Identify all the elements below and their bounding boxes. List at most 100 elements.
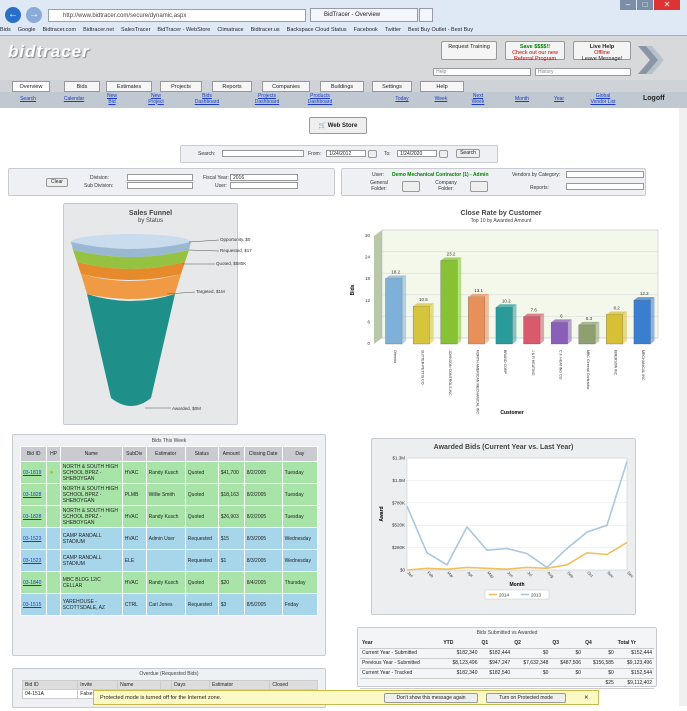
folder-icon[interactable] <box>402 181 420 192</box>
search-button[interactable]: Search <box>456 149 480 158</box>
turn-on-protected-button[interactable]: Turn on Protected mode <box>486 693 566 703</box>
subnav-next-week[interactable]: Next Week <box>468 93 488 105</box>
favorite-link[interactable]: Facebook <box>354 27 378 33</box>
bar[interactable] <box>550 322 568 345</box>
division-select[interactable] <box>127 174 193 181</box>
web-store-button[interactable]: 🛒 Web Store <box>309 117 367 134</box>
tab-bids[interactable]: Bids <box>64 81 100 92</box>
table-row[interactable]: 03-1840 MBC BLDG 12/C CELLAR HVAC Randy Kus… <box>19 571 319 594</box>
help-dropdown[interactable]: Help <box>433 68 531 76</box>
column-header[interactable]: Invite <box>77 680 119 690</box>
column-header[interactable]: Estimator <box>145 446 186 462</box>
subnav-week[interactable]: Week <box>432 96 450 103</box>
bar[interactable] <box>495 307 513 345</box>
to-date-input[interactable]: 1/24/2020 <box>397 150 437 157</box>
address-bar[interactable]: http://www.bidtracer.com/secure/dynamic.… <box>48 9 306 22</box>
favorite-link[interactable]: Climatrace <box>217 27 243 33</box>
subnav-bids-dashboard[interactable]: Bids Dashboard <box>192 93 222 105</box>
cell-id[interactable]: 03-1515 <box>19 593 48 616</box>
column-header[interactable]: Estimator <box>208 680 271 690</box>
back-icon[interactable]: ← <box>5 7 21 23</box>
table-row[interactable]: 03-1819 ★ NORTH & SOUTH HIGH SCHOOL BPRZ -… <box>19 461 319 484</box>
bar[interactable] <box>578 324 596 345</box>
cell-id[interactable]: 03-1523 <box>19 527 48 550</box>
folder-icon[interactable] <box>470 181 488 192</box>
bar[interactable] <box>606 314 624 345</box>
cell-id[interactable]: 03-1828 <box>19 483 48 506</box>
favorite-link[interactable]: BidTracer - WebStore <box>157 27 210 33</box>
subnav-products-dashboard[interactable]: Products Dashboard <box>300 93 340 105</box>
bar[interactable] <box>523 316 541 345</box>
subdivision-select[interactable] <box>127 182 193 189</box>
column-header[interactable]: HP <box>46 446 61 462</box>
favorite-link[interactable]: SalesTracer <box>121 27 150 33</box>
subnav-global-vendor-list[interactable]: Global Vendor List <box>588 93 618 105</box>
favorite-link[interactable]: Bidtracer.net <box>83 27 114 33</box>
bar[interactable] <box>412 306 430 345</box>
user-select[interactable] <box>230 182 298 189</box>
column-header[interactable]: Name <box>59 446 123 462</box>
tab-help[interactable]: Help <box>420 81 464 92</box>
column-header[interactable]: SubDiv <box>121 446 147 462</box>
new-tab-icon[interactable] <box>419 8 433 22</box>
table-row[interactable]: 03-1828 NORTH & SOUTH HIGH SCHOOL BPRZ - … <box>19 483 319 506</box>
cell[interactable]: 04-151A <box>21 689 79 699</box>
tab-estimates[interactable]: Estimates <box>106 81 152 92</box>
column-header[interactable]: Amount <box>217 446 245 462</box>
subnav-new-bid[interactable]: New Bid <box>104 93 120 105</box>
vendor-category-select[interactable] <box>566 171 644 178</box>
clear-button[interactable]: Clear <box>46 178 68 187</box>
bar[interactable] <box>440 260 458 345</box>
request-training-button[interactable]: Request Training <box>441 41 497 60</box>
table-row[interactable]: 03-1523 CAMP RANDALL STADIUM HVAC Admin Use… <box>19 527 319 550</box>
bar[interactable] <box>468 296 486 345</box>
from-date-input[interactable]: 1/24/2012 <box>326 150 366 157</box>
calendar-icon[interactable] <box>368 150 377 158</box>
favorite-link[interactable]: Bidtracer.com <box>42 27 76 33</box>
column-header[interactable]: Bid ID <box>21 680 79 690</box>
maximize-icon[interactable]: □ <box>637 0 653 10</box>
tab-reports[interactable]: Reports <box>212 81 252 92</box>
table-row[interactable]: 03-1515 YAREHOUSE - SCOTTSDALE, AZ CTRL Car… <box>19 593 319 616</box>
tab-settings[interactable]: Settings <box>372 81 412 92</box>
favorite-link[interactable]: Bidtracer.us <box>251 27 280 33</box>
live-help-button[interactable]: Live Help Offline Leave Message! <box>573 41 631 62</box>
subnav-new-project[interactable]: New Project <box>144 93 168 105</box>
column-header[interactable]: Status <box>184 446 219 462</box>
column-header[interactable] <box>159 680 173 690</box>
cell-id[interactable]: 03-1828 <box>19 505 48 528</box>
favorite-link[interactable]: Twitter <box>385 27 401 33</box>
cell-id[interactable]: 03-1819 <box>19 461 48 484</box>
favorite-link[interactable]: Google <box>18 27 36 33</box>
bar[interactable] <box>633 299 651 345</box>
tab-buildings[interactable]: Buildings <box>320 81 364 92</box>
close-icon[interactable]: ✕ <box>584 691 589 705</box>
dont-show-button[interactable]: Don't show this message again <box>384 693 478 703</box>
subnav-year[interactable]: Year <box>552 96 566 103</box>
table-row[interactable]: 03-1828 NORTH & SOUTH HIGH SCHOOL BPRZ - … <box>19 505 319 528</box>
reports-select[interactable] <box>566 183 644 190</box>
column-header[interactable]: Closed <box>269 680 318 690</box>
column-header[interactable]: Days <box>171 680 210 690</box>
favorite-link[interactable]: Bids <box>0 27 11 33</box>
bar[interactable] <box>385 278 403 345</box>
column-header[interactable]: Name <box>117 680 161 690</box>
tab-overview[interactable]: Overview <box>12 81 50 92</box>
subnav-today[interactable]: Today <box>390 96 414 103</box>
favorite-link[interactable]: Best Buy Outlet - Best Buy <box>408 27 473 33</box>
close-icon[interactable]: ✕ <box>654 0 680 10</box>
logoff-link[interactable]: Logoff <box>643 95 665 102</box>
history-dropdown[interactable]: History <box>535 68 631 76</box>
calendar-icon[interactable] <box>439 150 448 158</box>
minimize-icon[interactable]: – <box>620 0 636 10</box>
column-header[interactable]: Bid ID <box>19 446 48 462</box>
subnav-projects-dashboard[interactable]: Projects Dashboard <box>250 93 284 105</box>
table-row[interactable]: 03-1523 CAMP RANDALL STADIUM ELE Requested $… <box>19 549 319 572</box>
cell-id[interactable]: 03-1840 <box>19 571 48 594</box>
forward-icon[interactable]: → <box>26 7 42 23</box>
browser-tab-active[interactable]: BidTracer - Overview <box>310 8 418 22</box>
column-header[interactable]: Day <box>281 446 319 462</box>
subnav-calendar[interactable]: Calendar <box>58 96 90 103</box>
referral-program-button[interactable]: Save $$$$!! Check out our new Referral Pro… <box>505 41 565 62</box>
cell-id[interactable]: 03-1523 <box>19 549 48 572</box>
